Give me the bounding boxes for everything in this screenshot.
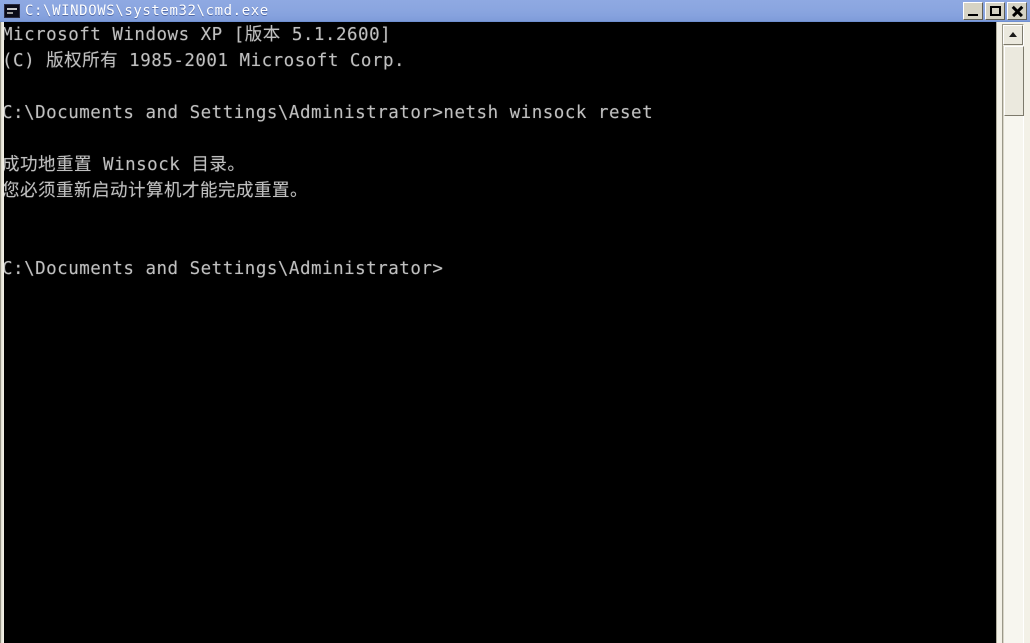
cmd-console-icon xyxy=(4,4,20,18)
console-output-area[interactable]: Microsoft Windows XP [版本 5.1.2600] (C) 版… xyxy=(4,22,996,643)
maximize-button[interactable] xyxy=(985,2,1005,20)
window-frame-left-edge xyxy=(0,22,1,643)
vertical-scrollbar[interactable] xyxy=(996,22,1030,643)
scrollbar-track[interactable] xyxy=(1003,46,1024,643)
chevron-up-icon xyxy=(1009,32,1017,37)
scrollbar-inner xyxy=(1002,24,1024,643)
cmd-window: C:\WINDOWS\system32\cmd.exe Microsoft Wi… xyxy=(0,0,1030,643)
minimize-button[interactable] xyxy=(963,2,983,20)
scrollbar-thumb[interactable] xyxy=(1004,46,1024,116)
close-button[interactable] xyxy=(1007,2,1027,20)
window-title: C:\WINDOWS\system32\cmd.exe xyxy=(25,3,269,19)
scroll-up-button[interactable] xyxy=(1003,25,1023,45)
console-text: Microsoft Windows XP [版本 5.1.2600] (C) 版… xyxy=(4,25,654,279)
title-bar[interactable]: C:\WINDOWS\system32\cmd.exe xyxy=(0,0,1030,22)
window-controls xyxy=(963,2,1027,20)
